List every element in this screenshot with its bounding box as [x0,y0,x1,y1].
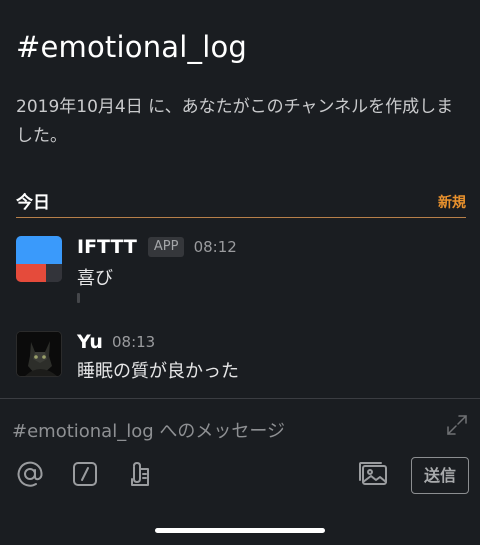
home-indicator[interactable] [155,528,325,533]
author-name[interactable]: IFTTT [77,236,137,258]
attachment-bar [77,293,80,303]
expand-icon[interactable] [446,414,468,436]
slash-command-icon[interactable] [70,459,100,489]
slack-channel-screen: #emotional_log 2019年10月4日 に、あなたがこのチャンネルを… [0,0,480,545]
channel-intro-text: 2019年10月4日 に、あなたがこのチャンネルを作成しました。 [16,97,454,146]
yu-avatar[interactable] [16,331,62,377]
at-icon[interactable] [15,459,45,489]
send-button[interactable]: 送信 [411,457,469,494]
app-badge: APP [147,237,185,257]
new-messages-label: 新規 [438,195,466,211]
message-item[interactable]: IFTTT APP 08:12 喜び [16,236,466,306]
message-text: 喜び [77,268,113,289]
ifttt-avatar[interactable] [16,236,62,282]
image-icon[interactable] [357,459,387,489]
message-text: 睡眠の質が良かった [77,361,239,382]
message-item[interactable]: Yu 08:13 睡眠の質が良かった [16,331,466,391]
message-header: Yu 08:13 [77,331,155,353]
channel-title: #emotional_log [16,30,248,64]
composer-separator [0,398,480,399]
message-header: IFTTT APP 08:12 [77,236,237,258]
date-divider-label: 今日 [16,193,50,213]
author-name[interactable]: Yu [77,331,103,353]
date-divider: 今日 新規 [16,186,466,218]
attachment-icon[interactable] [125,459,155,489]
message-input[interactable]: #emotional_log へのメッセージ [12,417,285,443]
message-timestamp: 08:12 [193,238,237,256]
message-timestamp: 08:13 [112,333,156,351]
